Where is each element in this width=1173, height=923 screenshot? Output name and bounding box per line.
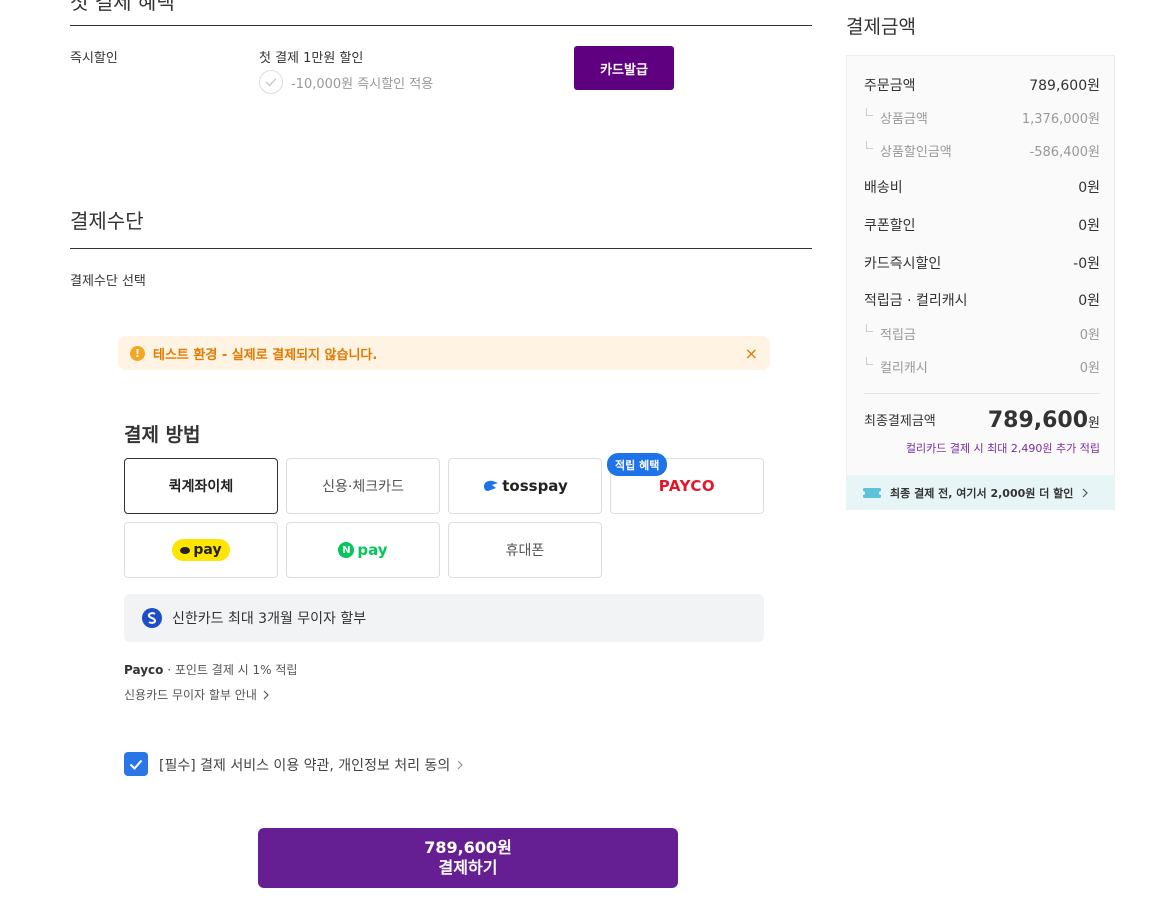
payco-note-brand: Payco: [124, 663, 164, 677]
discount-name: 첫 결제 1만원 할인: [259, 51, 364, 66]
payment-option-kakaopay[interactable]: pay: [124, 522, 278, 578]
payment-method-select-label: 결제수단 선택: [70, 274, 146, 289]
summary-row-value: 789,600원: [1029, 78, 1100, 94]
summary-row-value: 0원: [1079, 361, 1100, 376]
kakaopay-pill: pay: [172, 539, 230, 561]
check-icon: [129, 759, 143, 770]
summary-row-value: -586,400원: [1029, 145, 1100, 160]
first-payment-benefit-title: 첫 결제 혜택: [70, 0, 175, 14]
issue-card-button[interactable]: 카드발급: [574, 46, 674, 90]
payment-option-credit-card[interactable]: 신용·체크카드: [286, 458, 440, 514]
summary-row-points: 적립금 0원: [864, 324, 1100, 343]
final-amount-unit: 원: [1088, 416, 1100, 431]
summary-row-label: 컬리캐시: [864, 357, 928, 376]
payment-method-section-title: 결제수단: [70, 209, 144, 233]
summary-row-label: 배송비: [864, 180, 903, 196]
warning-icon: !: [130, 345, 145, 361]
final-amount-label: 최종결제금액: [864, 414, 936, 429]
instant-discount-label: 즉시할인: [70, 51, 118, 66]
summary-row-shipping: 배송비 0원: [864, 177, 1100, 197]
summary-divider: [864, 393, 1100, 394]
payment-option-label: 퀵계좌이체: [168, 479, 234, 495]
summary-row-coupon: 쿠폰할인 0원: [864, 215, 1100, 235]
benefit-badge: 적립 혜택: [607, 453, 668, 476]
extra-discount-text: 최종 결제 전, 여기서 2,000원 더 할인: [890, 486, 1074, 500]
extra-discount-banner[interactable]: 최종 결제 전, 여기서 2,000원 더 할인: [846, 475, 1115, 510]
chevron-right-icon: [1082, 488, 1089, 497]
payco-label: PAYCO: [658, 477, 716, 495]
summary-row-value: 1,376,000원: [1021, 112, 1100, 127]
summary-row-label: 적립금: [864, 324, 916, 343]
summary-row-value: 0원: [1078, 218, 1100, 234]
discount-applied-row: -10,000원 즉시할인 적용: [259, 70, 433, 94]
kakao-bubble-icon: [180, 546, 191, 554]
summary-row-value: 0원: [1079, 328, 1100, 343]
summary-row-value: -0원: [1073, 256, 1100, 272]
summary-title: 결제금액: [846, 16, 916, 38]
toss-logo-icon: [484, 480, 499, 491]
test-environment-banner: ! 테스트 환경 - 실제로 결제되지 않습니다. ×: [118, 336, 770, 370]
final-amount: 789,600원: [960, 408, 1100, 433]
agree-terms-link[interactable]: [필수] 결제 서비스 이용 약관, 개인정보 처리 동의: [159, 755, 464, 775]
agree-text: [필수] 결제 서비스 이용 약관, 개인정보 처리 동의: [159, 758, 451, 774]
summary-row-label: 상품금액: [864, 108, 928, 127]
summary-row-label: 상품할인금액: [864, 141, 952, 160]
check-circle-icon: [259, 70, 283, 94]
shinhan-installment-link[interactable]: 신용카드 무이자 할부 안내: [124, 686, 270, 703]
payment-option-tosspay[interactable]: tosspay: [448, 458, 602, 514]
close-icon[interactable]: ×: [745, 344, 758, 363]
payco-note: Payco · 포인트 결제 시 1% 적립: [124, 661, 297, 678]
promo-text: 신한카드 최대 3개월 무이자 할부: [172, 611, 367, 627]
summary-row-product-amount: 상품금액 1,376,000원: [864, 108, 1100, 127]
summary-row-label: 주문금액: [864, 78, 916, 94]
test-banner-text: 테스트 환경 - 실제로 결제되지 않습니다.: [153, 347, 378, 363]
agree-checkbox[interactable]: [124, 752, 148, 776]
summary-row-card-discount: 카드즉시할인 -0원: [864, 253, 1100, 273]
payment-option-quick-transfer[interactable]: 퀵계좌이체: [124, 458, 278, 514]
shinhan-logo-icon: [142, 608, 162, 628]
summary-row-label: 카드즉시할인: [864, 256, 942, 272]
summary-row-product-discount: 상품할인금액 -586,400원: [864, 141, 1100, 160]
shinhan-installment-text: 신용카드 무이자 할부 안내: [124, 688, 257, 702]
naverpay-label: pay: [357, 541, 388, 559]
summary-row-label: 적립금 · 컬리캐시: [864, 293, 968, 309]
summary-row-label: 쿠폰할인: [864, 218, 916, 234]
payment-option-label: 휴대폰: [505, 543, 545, 559]
chevron-right-icon: [457, 760, 464, 770]
pay-now-amount: 789,600원: [424, 838, 512, 857]
coupon-icon: [862, 487, 882, 498]
summary-row-kurly-cash: 컬리캐시 0원: [864, 357, 1100, 376]
summary-row-order-amount: 주문금액 789,600원: [864, 75, 1100, 95]
payco-note-text: · 포인트 결제 시 1% 적립: [167, 663, 298, 677]
summary-row-value: 0원: [1078, 180, 1100, 196]
pay-now-label: 결제하기: [438, 858, 498, 877]
chevron-right-icon: [263, 690, 269, 699]
summary-row-points-cash: 적립금 · 컬리캐시 0원: [864, 290, 1100, 310]
accrual-note: 컬리카드 결제 시 최대 2,490원 추가 적립: [905, 442, 1100, 455]
section-divider: [70, 25, 812, 26]
payment-option-label: 신용·체크카드: [322, 479, 404, 495]
pay-now-button[interactable]: 789,600원 결제하기: [258, 828, 678, 888]
tosspay-label: tosspay: [502, 477, 568, 495]
final-amount-number: 789,600: [987, 408, 1089, 433]
kakaopay-label: pay: [193, 542, 222, 558]
section-divider: [70, 248, 812, 249]
summary-row-value: 0원: [1078, 293, 1100, 309]
payment-option-mobile[interactable]: 휴대폰: [448, 522, 602, 578]
naver-n-icon: N: [338, 542, 355, 558]
payment-method-title: 결제 방법: [124, 424, 201, 446]
payment-option-naverpay[interactable]: N pay: [286, 522, 440, 578]
shinhan-promo-box: 신한카드 최대 3개월 무이자 할부: [124, 594, 764, 642]
discount-applied-text: -10,000원 즉시할인 적용: [291, 76, 434, 92]
